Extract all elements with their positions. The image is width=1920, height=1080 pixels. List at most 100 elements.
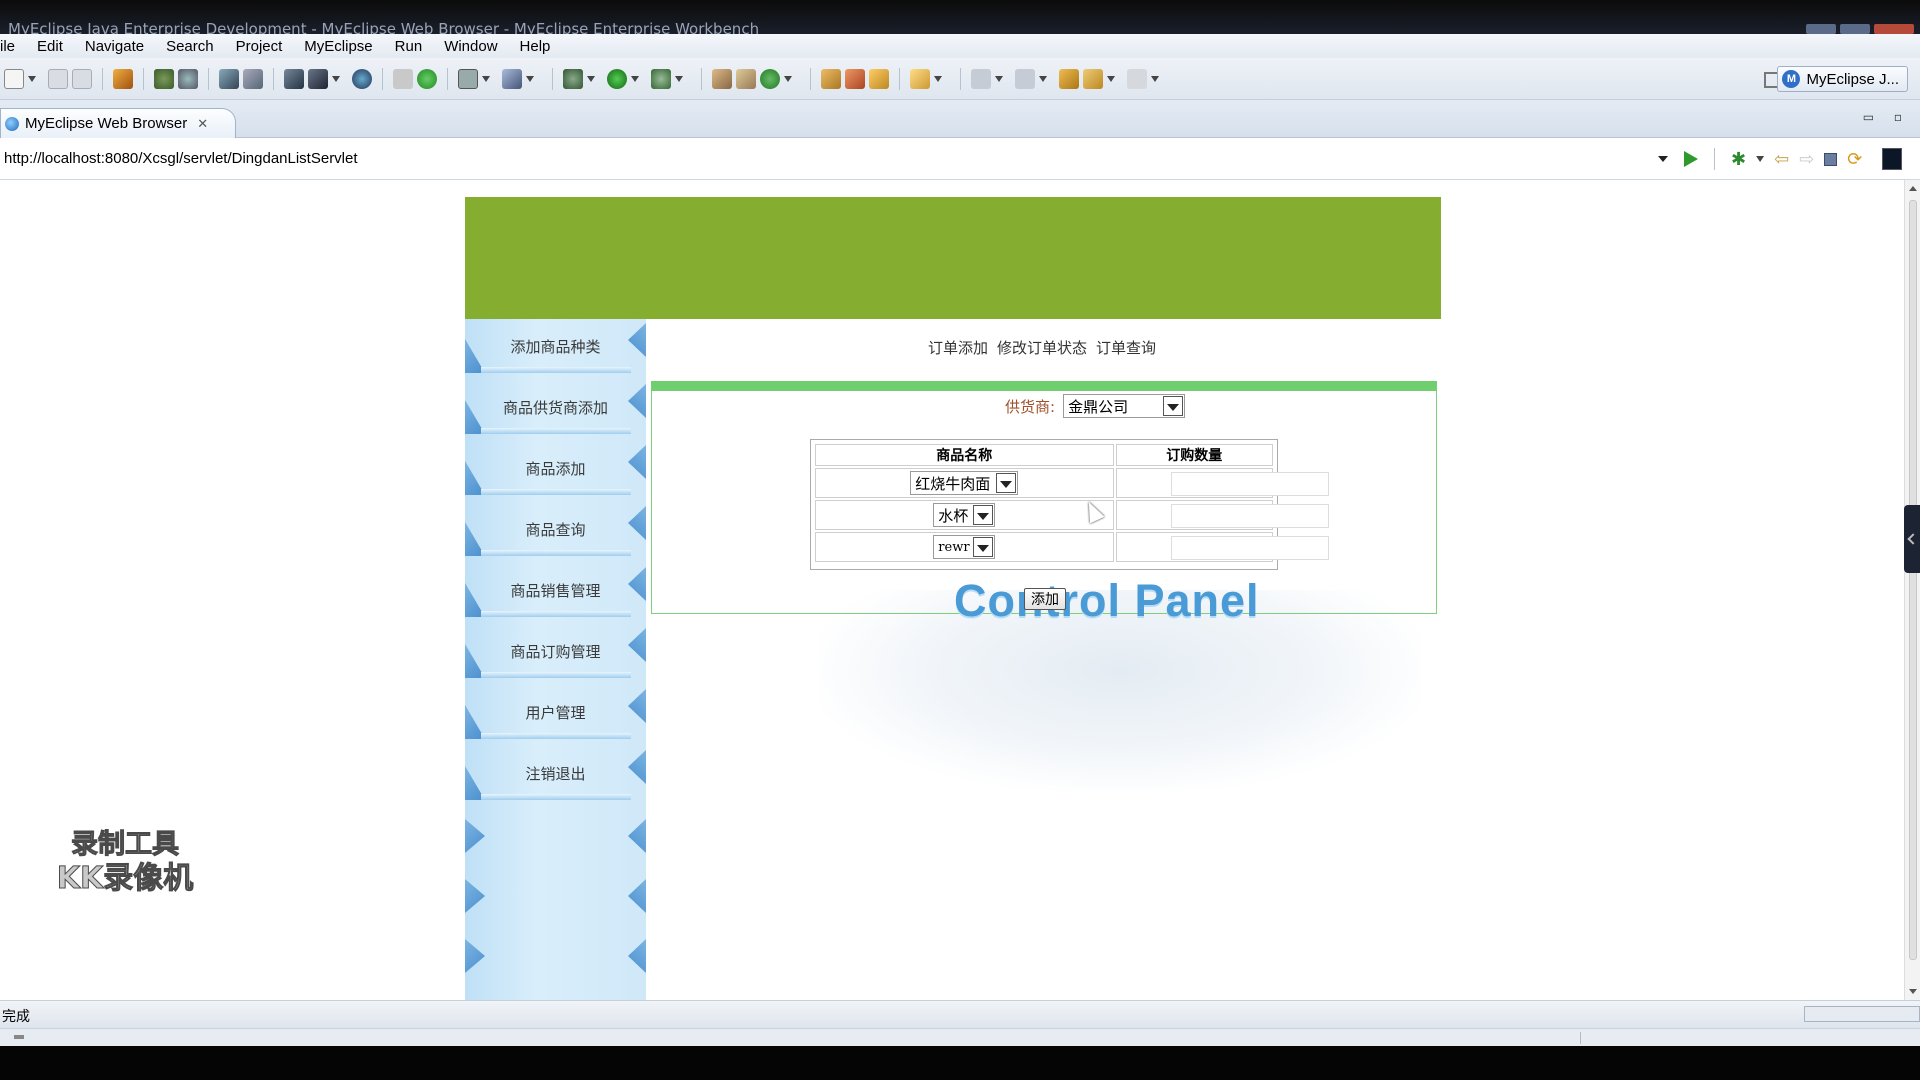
nav-logout[interactable]: 注销退出	[465, 746, 646, 800]
supplier-select[interactable]: 金鼎公司	[1063, 394, 1186, 418]
previous-annotation-icon[interactable]	[1015, 69, 1035, 89]
browser-back-icon[interactable]: ⇦	[1774, 149, 1789, 170]
quantity-input[interactable]	[1170, 472, 1329, 496]
quantity-input[interactable]	[1170, 536, 1329, 560]
package-icon[interactable]	[113, 69, 133, 89]
chevron-down-icon[interactable]	[996, 473, 1017, 493]
open-task-icon[interactable]	[845, 69, 865, 89]
nav-order-management[interactable]: 商品订购管理	[465, 624, 646, 678]
nav-add-product[interactable]: 商品添加	[465, 441, 646, 495]
search-icon[interactable]	[910, 69, 930, 89]
favorites-icon[interactable]: ✱	[1731, 149, 1746, 170]
chevron-down-icon[interactable]	[1163, 396, 1184, 416]
nav-add-supplier[interactable]: 商品供货商添加	[465, 380, 646, 434]
nav-add-category[interactable]: 添加商品种类	[465, 319, 646, 373]
run-external-icon[interactable]	[651, 69, 671, 89]
run-external-dropdown-icon[interactable]	[675, 76, 683, 82]
nav-query-product[interactable]: 商品查询	[465, 502, 646, 556]
perspective-switcher[interactable]: M MyEclipse J...	[1777, 66, 1908, 92]
debug-icon[interactable]	[563, 69, 583, 89]
new-class-dropdown-icon[interactable]	[784, 76, 792, 82]
next-annotation-icon[interactable]	[971, 69, 991, 89]
dark-panel-icon[interactable]	[1882, 148, 1903, 170]
url-history-dropdown-icon[interactable]	[1658, 156, 1668, 162]
chevron-down-icon[interactable]	[973, 537, 994, 557]
manage-deployments-icon[interactable]	[284, 69, 304, 89]
view-minmax-controls[interactable]: ▭ ▫	[1863, 110, 1910, 124]
chevron-down-icon[interactable]	[973, 505, 994, 525]
menu-search[interactable]: Search	[154, 38, 224, 55]
product-select[interactable]: rewr	[933, 535, 996, 559]
url-input[interactable]: http://localhost:8080/Xcsgl/servlet/Ding…	[4, 150, 358, 167]
new-file-icon[interactable]	[4, 69, 24, 89]
menu-help[interactable]: Help	[508, 38, 561, 55]
browser-icon[interactable]	[352, 69, 372, 89]
menu-window[interactable]: Window	[432, 38, 507, 55]
vertical-scrollbar[interactable]	[1904, 180, 1920, 1000]
go-icon[interactable]	[1684, 151, 1698, 167]
build-icon[interactable]	[154, 69, 174, 89]
fast-view-icon[interactable]	[14, 1035, 24, 1039]
menu-myeclipse[interactable]: MyEclipse	[292, 38, 382, 55]
add-order-button[interactable]: 添加	[1024, 588, 1066, 610]
new-package-icon[interactable]	[736, 69, 756, 89]
new-project-icon[interactable]	[712, 69, 732, 89]
menu-run[interactable]: Run	[383, 38, 433, 55]
add-icon[interactable]	[417, 69, 437, 89]
back-icon[interactable]	[1083, 69, 1103, 89]
java-ee-dropdown-icon[interactable]	[526, 76, 534, 82]
link-order-status[interactable]: 修改订单状态	[997, 337, 1087, 358]
run-server-icon[interactable]	[308, 69, 328, 89]
menu-file[interactable]: ile	[0, 38, 25, 55]
nav-user-management[interactable]: 用户管理	[465, 685, 646, 739]
nav-sales-management[interactable]: 商品销售管理	[465, 563, 646, 617]
scroll-up-icon[interactable]	[1909, 186, 1917, 191]
product-select[interactable]: 红烧牛肉面	[910, 471, 1019, 495]
save-icon[interactable]	[48, 69, 68, 89]
scroll-thumb[interactable]	[1909, 200, 1917, 960]
link-order-query[interactable]: 订单查询	[1096, 337, 1156, 358]
collapsed-side-panel[interactable]	[1904, 505, 1920, 573]
forward-icon[interactable]	[1127, 69, 1147, 89]
new-dropdown-icon[interactable]	[28, 76, 36, 82]
run-icon[interactable]	[607, 69, 627, 89]
search-dropdown-icon[interactable]	[934, 76, 942, 82]
previous-annotation-dropdown-icon[interactable]	[1039, 76, 1047, 82]
next-annotation-dropdown-icon[interactable]	[995, 76, 1003, 82]
scroll-down-icon[interactable]	[1909, 989, 1917, 994]
open-resource-icon[interactable]	[869, 69, 889, 89]
new-class-icon[interactable]	[760, 69, 780, 89]
quantity-input[interactable]	[1170, 504, 1329, 528]
quantity-cell	[1115, 468, 1329, 498]
menu-navigate[interactable]: Navigate	[73, 38, 154, 55]
open-type-icon[interactable]	[821, 69, 841, 89]
screen-icon[interactable]	[458, 69, 478, 89]
stop-icon[interactable]	[1824, 152, 1838, 166]
product-select[interactable]: 水杯	[933, 503, 996, 527]
minimize-button[interactable]	[1806, 24, 1836, 34]
last-edit-icon[interactable]	[1059, 69, 1079, 89]
screen-dropdown-icon[interactable]	[482, 76, 490, 82]
undeploy-icon[interactable]	[243, 69, 263, 89]
server-icon[interactable]	[178, 69, 198, 89]
menu-edit[interactable]: Edit	[25, 38, 73, 55]
open-folder-icon[interactable]	[393, 69, 413, 89]
tab-web-browser[interactable]: MyEclipse Web Browser ✕	[0, 108, 236, 138]
server-dropdown-icon[interactable]	[332, 76, 340, 82]
link-order-add[interactable]: 订单添加	[928, 337, 988, 358]
close-window-button[interactable]	[1874, 24, 1914, 34]
refresh-icon[interactable]: ⟳	[1847, 149, 1862, 170]
run-dropdown-icon[interactable]	[631, 76, 639, 82]
close-tab-icon[interactable]: ✕	[197, 116, 208, 132]
deploy-icon[interactable]	[219, 69, 239, 89]
menu-project[interactable]: Project	[224, 38, 293, 55]
java-ee-icon[interactable]	[502, 69, 522, 89]
favorites-dropdown-icon[interactable]	[1756, 156, 1765, 162]
save-all-icon[interactable]	[72, 69, 92, 89]
debug-dropdown-icon[interactable]	[587, 76, 595, 82]
back-dropdown-icon[interactable]	[1107, 76, 1115, 82]
browser-forward-icon[interactable]: ⇨	[1799, 149, 1814, 170]
maximize-button[interactable]	[1840, 24, 1870, 34]
nav-item-label: 商品添加	[525, 459, 586, 478]
forward-dropdown-icon[interactable]	[1151, 76, 1159, 82]
